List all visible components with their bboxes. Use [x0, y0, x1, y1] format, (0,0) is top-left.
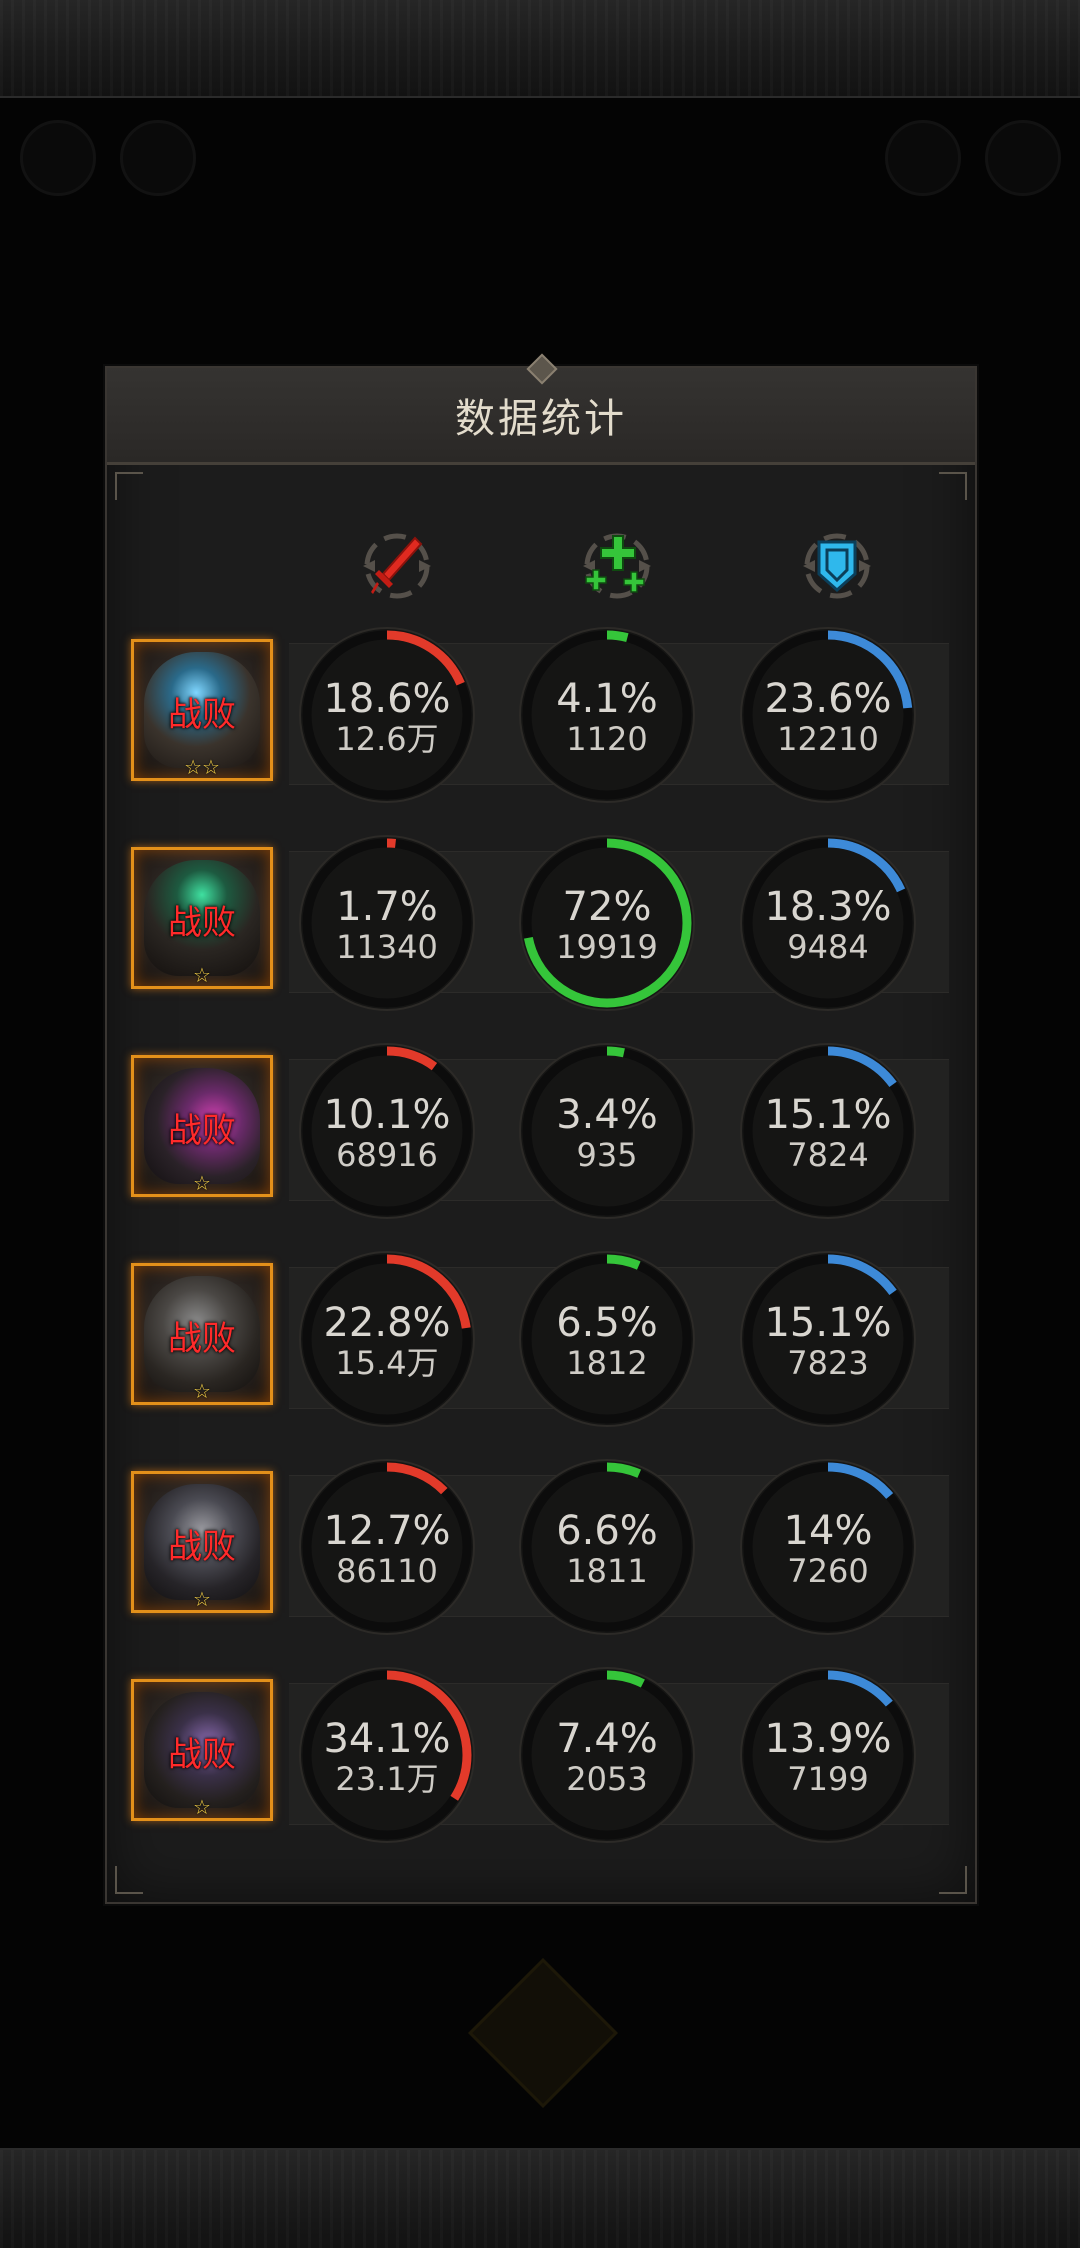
defense-ring: 15.1% 7823: [738, 1249, 918, 1429]
heal-ring: 6.5% 1812: [517, 1249, 697, 1429]
heal-ring: 72% 19919: [517, 833, 697, 1013]
hero-stats-row: 战败 ☆ 1.7% 11340 72% 19919 18.3% 9484: [107, 833, 975, 1013]
background-settings-icon: [885, 120, 961, 196]
percent-label: 7.4%: [556, 1716, 658, 1762]
value-label: 7199: [787, 1760, 869, 1798]
value-label: 1811: [566, 1552, 648, 1590]
percent-label: 13.9%: [764, 1716, 892, 1762]
percent-label: 4.1%: [556, 676, 658, 722]
damage-ring: 18.6% 12.6万: [297, 625, 477, 805]
heal-ring: 7.4% 2053: [517, 1665, 697, 1845]
percent-label: 18.6%: [323, 676, 451, 722]
heal-ring: 3.4% 935: [517, 1041, 697, 1221]
percent-label: 6.5%: [556, 1300, 658, 1346]
background-menu-icon: [120, 120, 196, 196]
hero-portrait[interactable]: 战败 ☆: [131, 1679, 273, 1821]
hero-portrait[interactable]: 战败 ☆☆: [131, 639, 273, 781]
bottom-frame: [0, 2148, 1080, 2248]
defeated-label: 战败: [168, 695, 236, 735]
value-label: 935: [576, 1136, 638, 1174]
panel-header: 数据统计: [107, 353, 975, 465]
defense-ring: 23.6% 12210: [738, 625, 918, 805]
percent-label: 15.1%: [764, 1092, 892, 1138]
game-screen: 数据统计 战败 ☆☆ 18.6% 12.6万 4.1% 1120 23.6% 1…: [0, 0, 1080, 2248]
defeated-label: 战败: [168, 903, 236, 943]
percent-label: 34.1%: [323, 1716, 451, 1762]
background-emblem-icon: [468, 1958, 618, 2108]
value-label: 12.6万: [335, 720, 439, 758]
value-label: 2053: [566, 1760, 648, 1798]
top-frame: [0, 0, 1080, 98]
background-speed-icon: [985, 120, 1061, 196]
panel-title: 数据统计: [455, 396, 627, 442]
value-label: 11340: [336, 928, 438, 966]
background-back-icon: [20, 120, 96, 196]
header-gem-icon: [526, 353, 558, 385]
defeated-label: 战败: [168, 1527, 236, 1567]
percent-label: 1.7%: [336, 884, 438, 930]
value-label: 9484: [787, 928, 869, 966]
percent-label: 3.4%: [556, 1092, 658, 1138]
hero-stats-row: 战败 ☆ 10.1% 68916 3.4% 935 15.1% 7824: [107, 1041, 975, 1221]
value-label: 7260: [787, 1552, 869, 1590]
percent-label: 72%: [562, 884, 652, 930]
value-label: 68916: [336, 1136, 438, 1174]
star-rating: ☆: [193, 1379, 211, 1403]
corner-ornament: [939, 1866, 967, 1894]
hero-portrait[interactable]: 战败 ☆: [131, 1471, 273, 1613]
sword-damage-icon[interactable]: [349, 518, 445, 614]
percent-label: 22.8%: [323, 1300, 451, 1346]
defense-ring: 15.1% 7824: [738, 1041, 918, 1221]
value-label: 12210: [777, 720, 879, 758]
heal-ring: 4.1% 1120: [517, 625, 697, 805]
value-label: 23.1万: [335, 1760, 439, 1798]
star-rating: ☆: [193, 1795, 211, 1819]
percent-label: 10.1%: [323, 1092, 451, 1138]
value-label: 1812: [566, 1344, 648, 1382]
damage-ring: 34.1% 23.1万: [297, 1665, 477, 1845]
hero-stats-row: 战败 ☆☆ 18.6% 12.6万 4.1% 1120 23.6% 12210: [107, 625, 975, 805]
defense-ring: 18.3% 9484: [738, 833, 918, 1013]
shield-defense-icon[interactable]: [789, 518, 885, 614]
heal-ring: 6.6% 1811: [517, 1457, 697, 1637]
corner-ornament: [939, 472, 967, 500]
corner-ornament: [115, 472, 143, 500]
damage-ring: 1.7% 11340: [297, 833, 477, 1013]
defeated-label: 战败: [168, 1319, 236, 1359]
percent-label: 12.7%: [323, 1508, 451, 1554]
value-label: 1120: [566, 720, 648, 758]
star-rating: ☆: [193, 963, 211, 987]
damage-ring: 12.7% 86110: [297, 1457, 477, 1637]
damage-ring: 22.8% 15.4万: [297, 1249, 477, 1429]
percent-label: 18.3%: [764, 884, 892, 930]
hero-portrait[interactable]: 战败 ☆: [131, 1055, 273, 1197]
star-rating: ☆☆: [184, 755, 220, 779]
heal-cross-icon[interactable]: [569, 518, 665, 614]
percent-label: 15.1%: [764, 1300, 892, 1346]
corner-ornament: [115, 1866, 143, 1894]
value-label: 86110: [336, 1552, 438, 1590]
star-rating: ☆: [193, 1587, 211, 1611]
value-label: 19919: [556, 928, 658, 966]
hero-portrait[interactable]: 战败 ☆: [131, 847, 273, 989]
value-label: 7823: [787, 1344, 869, 1382]
data-statistics-panel: 数据统计 战败 ☆☆ 18.6% 12.6万 4.1% 1120 23.6% 1…: [105, 353, 977, 1904]
percent-label: 6.6%: [556, 1508, 658, 1554]
defeated-label: 战败: [168, 1735, 236, 1775]
hero-portrait[interactable]: 战败 ☆: [131, 1263, 273, 1405]
value-label: 15.4万: [335, 1344, 439, 1382]
percent-label: 14%: [783, 1508, 873, 1554]
hero-stats-row: 战败 ☆ 34.1% 23.1万 7.4% 2053 13.9% 7199: [107, 1665, 975, 1845]
star-rating: ☆: [193, 1171, 211, 1195]
damage-ring: 10.1% 68916: [297, 1041, 477, 1221]
percent-label: 23.6%: [764, 676, 892, 722]
hero-stats-row: 战败 ☆ 22.8% 15.4万 6.5% 1812 15.1% 7823: [107, 1249, 975, 1429]
value-label: 7824: [787, 1136, 869, 1174]
defense-ring: 14% 7260: [738, 1457, 918, 1637]
defense-ring: 13.9% 7199: [738, 1665, 918, 1845]
defeated-label: 战败: [168, 1111, 236, 1151]
hero-stats-row: 战败 ☆ 12.7% 86110 6.6% 1811 14% 7260: [107, 1457, 975, 1637]
